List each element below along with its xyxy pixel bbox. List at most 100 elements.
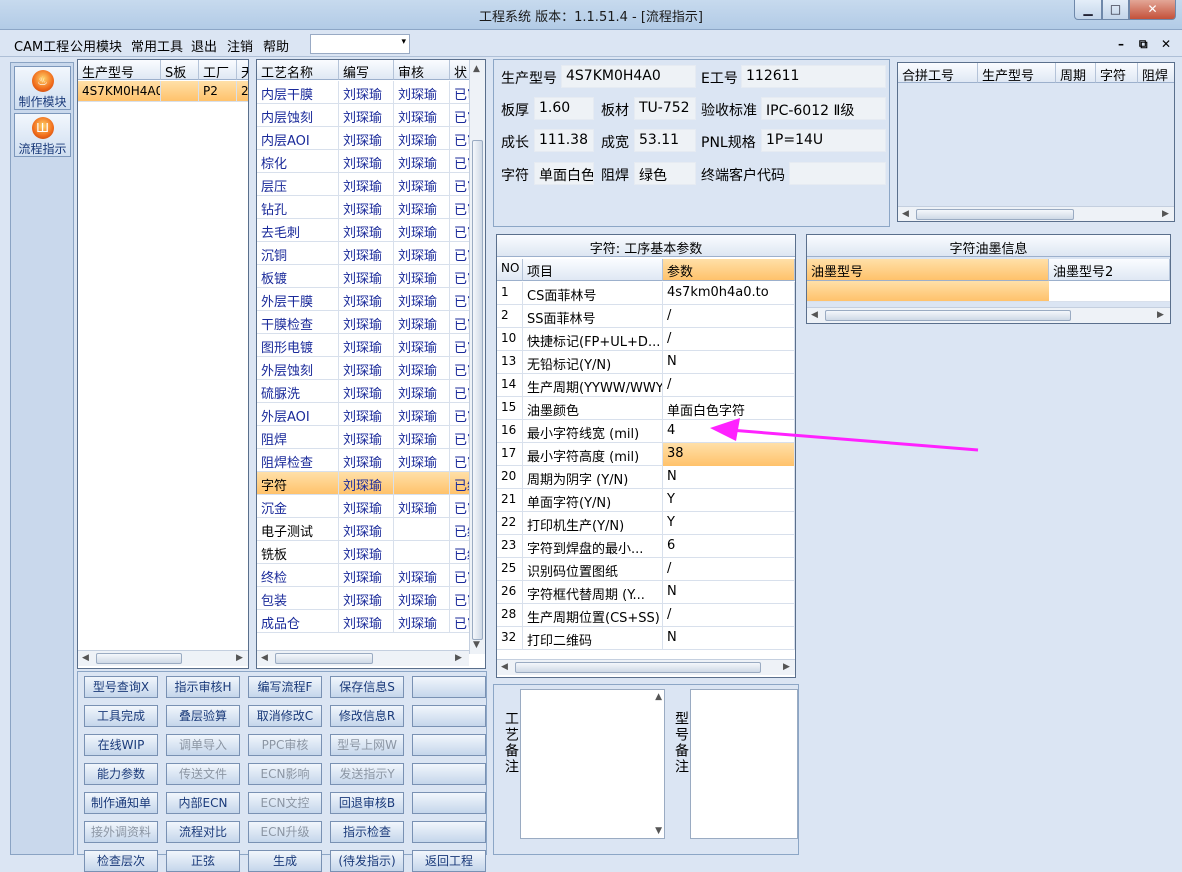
action-button-5-1[interactable]: 流程对比 [166,821,240,843]
menu-exit[interactable]: 退出 [191,36,217,55]
action-button-4-3[interactable]: 回退审核B [330,792,404,814]
action-button-4-4[interactable] [412,792,486,814]
table-row[interactable]: 20 周期为阴字 (Y/N) N [497,466,795,489]
table-row[interactable]: 层压刘琛瑜刘琛瑜已审 [257,173,485,196]
params-hscroll[interactable]: ◀ ▶ [497,659,795,675]
action-button-0-4[interactable] [412,676,486,698]
col-model[interactable]: 生产型号 [78,60,161,80]
table-row[interactable]: 22 打印机生产(Y/N) Y [497,512,795,535]
action-button-4-1[interactable]: 内部ECN [166,792,240,814]
table-row[interactable]: 去毛刺刘琛瑜刘琛瑜已审 [257,219,485,242]
menu-help[interactable]: 帮助 [263,36,289,55]
action-button-6-0[interactable]: 检查层次 [84,850,158,872]
table-row[interactable]: 内层干膜刘琛瑜刘琛瑜已审 [257,81,485,104]
table-row[interactable]: 26 字符框代替周期 (Y... N [497,581,795,604]
close-button[interactable]: ✕ [1129,0,1176,20]
col-item[interactable]: 项目 [523,259,663,281]
e-no-field[interactable]: 112611 [741,65,886,88]
table-row[interactable]: 外层干膜刘琛瑜刘琛瑜已审 [257,288,485,311]
nav-make-module[interactable]: ♨ 制作模块 [14,66,71,110]
table-row[interactable]: 10 快捷标记(FP+UL+D... / [497,328,795,351]
model-hscroll[interactable]: ◀ ▶ [78,650,248,666]
col-merge-mask[interactable]: 阻焊 [1138,63,1174,83]
table-row[interactable]: 阻焊刘琛瑜刘琛瑜已审 [257,426,485,449]
thickness-field[interactable]: 1.60 [534,97,594,120]
action-button-0-1[interactable]: 指示审核H [166,676,240,698]
table-row[interactable]: 外层蚀刻刘琛瑜刘琛瑜已审 [257,357,485,380]
col-ink-model2[interactable]: 油墨型号2 [1049,259,1170,281]
table-row[interactable]: 钻孔刘琛瑜刘琛瑜已审 [257,196,485,219]
col-status[interactable]: 状 [450,60,470,80]
action-button-5-0[interactable]: 接外调资料 [84,821,158,843]
maximize-button[interactable]: □ [1102,0,1129,20]
mdi-close-button[interactable]: ✕ [1161,37,1171,51]
menu-common-tools[interactable]: 常用工具 [131,36,183,55]
model-note-field[interactable] [690,689,798,839]
action-button-0-2[interactable]: 编写流程F [248,676,322,698]
table-row[interactable]: 硫脲洗刘琛瑜刘琛瑜已审 [257,380,485,403]
table-row[interactable]: 13 无铅标记(Y/N) N [497,351,795,374]
minimize-button[interactable]: ▁ [1074,0,1102,20]
process-hscroll[interactable]: ◀ ▶ [257,650,469,666]
table-row[interactable]: 4S7KM0H4A0 P2 2 [78,81,248,102]
table-row[interactable]: 板镀刘琛瑜刘琛瑜已审 [257,265,485,288]
action-button-2-0[interactable]: 在线WIP [84,734,158,756]
action-button-1-2[interactable]: 取消修改C [248,705,322,727]
table-row[interactable]: 字符刘琛瑜已编 [257,472,485,495]
width-field[interactable]: 53.11 [634,129,696,152]
action-button-1-0[interactable]: 工具完成 [84,705,158,727]
process-note-field[interactable]: ▲ ▼ [520,689,665,839]
action-button-4-0[interactable]: 制作通知单 [84,792,158,814]
menu-cam[interactable]: CAM工程 [14,36,69,55]
action-button-5-3[interactable]: 指示检查 [330,821,404,843]
col-merge-char[interactable]: 字符 [1096,63,1138,83]
table-row[interactable] [807,281,1049,302]
col-factory[interactable]: 工厂 [199,60,237,80]
table-row[interactable]: 棕化刘琛瑜刘琛瑜已审 [257,150,485,173]
menu-logout[interactable]: 注销 [227,36,253,55]
col-day[interactable]: 天 [237,60,248,80]
table-row[interactable]: 23 字符到焊盘的最小... 6 [497,535,795,558]
table-row[interactable]: 2 SS面菲林号 / [497,305,795,328]
customer-field[interactable] [789,162,886,185]
table-row[interactable]: 内层蚀刻刘琛瑜刘琛瑜已审 [257,104,485,127]
col-merge-no[interactable]: 合拼工号 [898,63,978,83]
mdi-minimize-button[interactable]: – [1118,37,1124,51]
mask-field[interactable]: 绿色 [634,162,696,185]
table-row[interactable]: 沉金刘琛瑜刘琛瑜已审 [257,495,485,518]
merge-hscroll[interactable]: ◀ ▶ [898,206,1174,221]
action-button-3-0[interactable]: 能力参数 [84,763,158,785]
col-author[interactable]: 编写 [339,60,394,80]
action-button-2-1[interactable]: 调单导入 [166,734,240,756]
menu-combo[interactable]: ▾ [310,34,410,54]
table-row[interactable]: 1 CS面菲林号 4s7km0h4a0.to [497,282,795,305]
model-field[interactable]: 4S7KM0H4A0 [561,65,696,88]
action-button-6-4[interactable]: 返回工程 [412,850,486,872]
table-row[interactable]: 28 生产周期位置(CS+SS) / [497,604,795,627]
action-button-2-3[interactable]: 型号上网W [330,734,404,756]
table-row[interactable]: 终检刘琛瑜刘琛瑜已审 [257,564,485,587]
table-row[interactable] [1049,281,1170,302]
action-button-6-1[interactable]: 正弦 [166,850,240,872]
action-button-3-4[interactable] [412,763,486,785]
material-field[interactable]: TU-752 [634,97,696,120]
action-button-6-3[interactable]: (待发指示) [330,850,404,872]
accept-field[interactable]: IPC-6012 Ⅱ级 [761,97,886,120]
action-button-0-0[interactable]: 型号查询X [84,676,158,698]
menu-common-modules[interactable]: 公用模块 [70,36,122,55]
table-row[interactable]: 沉铜刘琛瑜刘琛瑜已审 [257,242,485,265]
table-row[interactable]: 内层AOI刘琛瑜刘琛瑜已审 [257,127,485,150]
col-process-name[interactable]: 工艺名称 [257,60,339,80]
table-row[interactable]: 铣板刘琛瑜已编 [257,541,485,564]
col-param[interactable]: 参数 [663,259,795,281]
ink-hscroll[interactable]: ◀ ▶ [807,307,1170,323]
table-row[interactable]: 图形电镀刘琛瑜刘琛瑜已审 [257,334,485,357]
mdi-restore-button[interactable]: ⧉ [1139,37,1148,52]
action-button-5-2[interactable]: ECN升级 [248,821,322,843]
table-row[interactable]: 21 单面字符(Y/N) Y [497,489,795,512]
pnl-field[interactable]: 1P=14U [761,129,886,152]
action-button-0-3[interactable]: 保存信息S [330,676,404,698]
action-button-1-1[interactable]: 叠层验算 [166,705,240,727]
col-merge-model[interactable]: 生产型号 [978,63,1056,83]
table-row[interactable]: 成品仓刘琛瑜刘琛瑜已审 [257,610,485,633]
